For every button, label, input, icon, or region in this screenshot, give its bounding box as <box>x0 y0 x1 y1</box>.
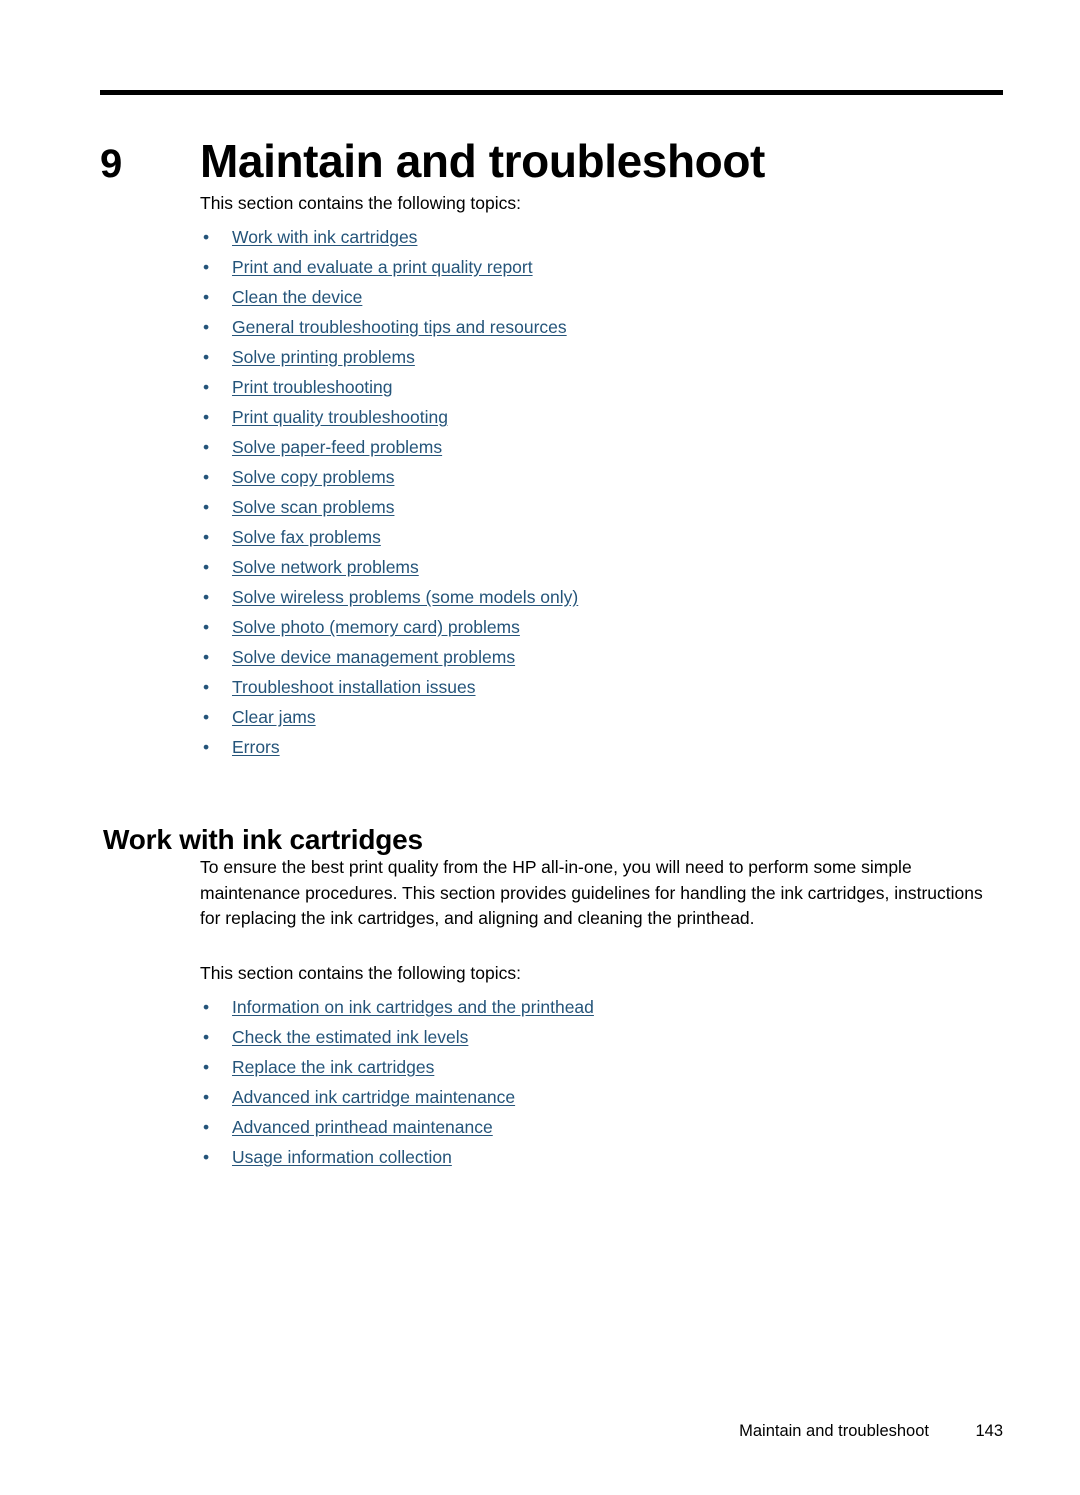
topic-link-usage-information-collection[interactable]: Usage information collection <box>232 1147 452 1167</box>
footer-page-number: 143 <box>975 1422 1003 1440</box>
list-item[interactable]: • Work with ink cartridges <box>200 222 1003 252</box>
list-item[interactable]: • Clear jams <box>200 702 1003 732</box>
topic-link-work-with-ink-cartridges[interactable]: Work with ink cartridges <box>232 227 417 247</box>
section-paragraph-block: To ensure the best print quality from th… <box>200 855 990 932</box>
chapter-rule-divider <box>100 90 1003 95</box>
topic-link-errors[interactable]: Errors <box>232 737 280 757</box>
topic-link-solve-paper-feed-problems[interactable]: Solve paper-feed problems <box>232 437 442 457</box>
list-item[interactable]: • Solve paper-feed problems <box>200 432 1003 462</box>
bullet-icon: • <box>203 527 210 547</box>
list-item[interactable]: • Solve device management problems <box>200 642 1003 672</box>
bullet-icon: • <box>203 257 210 277</box>
page-footer: Maintain and troubleshoot 143 <box>100 1420 1003 1442</box>
bullet-icon: • <box>203 737 210 757</box>
bullet-icon: • <box>203 1057 210 1077</box>
topic-link-solve-copy-problems[interactable]: Solve copy problems <box>232 467 394 487</box>
bullet-icon: • <box>203 407 210 427</box>
list-item[interactable]: • Check the estimated ink levels <box>200 1022 1003 1052</box>
list-item[interactable]: • Troubleshoot installation issues <box>200 672 1003 702</box>
topic-link-print-and-evaluate-a-print-quality-report[interactable]: Print and evaluate a print quality repor… <box>232 257 533 277</box>
topic-link-solve-printing-problems[interactable]: Solve printing problems <box>232 347 415 367</box>
bullet-icon: • <box>203 557 210 577</box>
chapter-topic-list: • Work with ink cartridges • Print and eva… <box>200 222 1003 762</box>
chapter-intro-text: This section contains the following topi… <box>200 193 521 213</box>
list-item[interactable]: • Advanced printhead maintenance <box>200 1112 1003 1142</box>
list-item[interactable]: • Usage information collection <box>200 1142 1003 1172</box>
footer-chapter-title: Maintain and troubleshoot <box>739 1422 929 1440</box>
list-item[interactable]: • Print troubleshooting <box>200 372 1003 402</box>
section-intro-text: This section contains the following topi… <box>200 963 521 983</box>
bullet-icon: • <box>203 287 210 307</box>
document-page: 9 Maintain and troubleshoot This section… <box>0 0 1080 1495</box>
list-item[interactable]: • Solve printing problems <box>200 342 1003 372</box>
bullet-icon: • <box>203 1147 210 1167</box>
bullet-icon: • <box>203 647 210 667</box>
list-item[interactable]: • Solve network problems <box>200 552 1003 582</box>
list-item[interactable]: • Solve copy problems <box>200 462 1003 492</box>
topic-link-print-quality-troubleshooting[interactable]: Print quality troubleshooting <box>232 407 448 427</box>
bullet-icon: • <box>203 347 210 367</box>
list-item[interactable]: • Replace the ink cartridges <box>200 1052 1003 1082</box>
list-item[interactable]: • Solve wireless problems (some models on… <box>200 582 1003 612</box>
list-item[interactable]: • General troubleshooting tips and resour… <box>200 312 1003 342</box>
chapter-title: Maintain and troubleshoot <box>200 134 765 187</box>
bullet-icon: • <box>203 227 210 247</box>
list-item[interactable]: • Solve photo (memory card) problems <box>200 612 1003 642</box>
bullet-icon: • <box>203 587 210 607</box>
topic-link-solve-network-problems[interactable]: Solve network problems <box>232 557 419 577</box>
list-item[interactable]: • Information on ink cartridges and the p… <box>200 992 1003 1022</box>
section-paragraph: To ensure the best print quality from th… <box>200 857 983 928</box>
chapter-topics-block: This section contains the following topi… <box>200 190 1003 762</box>
topic-link-general-troubleshooting-tips-and-resources[interactable]: General troubleshooting tips and resourc… <box>232 317 567 337</box>
topic-link-solve-photo-memory-card-problems[interactable]: Solve photo (memory card) problems <box>232 617 520 637</box>
topic-link-information-on-ink-cartridges-and-the-printhead[interactable]: Information on ink cartridges and the pr… <box>232 997 594 1017</box>
topic-link-print-troubleshooting[interactable]: Print troubleshooting <box>232 377 393 397</box>
bullet-icon: • <box>203 317 210 337</box>
section-topic-list: • Information on ink cartridges and the p… <box>200 992 1003 1172</box>
bullet-icon: • <box>203 707 210 727</box>
topic-link-advanced-ink-cartridge-maintenance[interactable]: Advanced ink cartridge maintenance <box>232 1087 515 1107</box>
topic-link-advanced-printhead-maintenance[interactable]: Advanced printhead maintenance <box>232 1117 493 1137</box>
topic-link-check-the-estimated-ink-levels[interactable]: Check the estimated ink levels <box>232 1027 468 1047</box>
list-item[interactable]: • Solve scan problems <box>200 492 1003 522</box>
bullet-icon: • <box>203 1117 210 1137</box>
topic-link-clear-jams[interactable]: Clear jams <box>232 707 316 727</box>
bullet-icon: • <box>203 677 210 697</box>
list-item[interactable]: • Solve fax problems <box>200 522 1003 552</box>
topic-link-troubleshoot-installation-issues[interactable]: Troubleshoot installation issues <box>232 677 476 697</box>
bullet-icon: • <box>203 377 210 397</box>
list-item[interactable]: • Errors <box>200 732 1003 762</box>
bullet-icon: • <box>203 1027 210 1047</box>
section-heading-work-with-ink-cartridges: Work with ink cartridges <box>103 824 423 856</box>
bullet-icon: • <box>203 467 210 487</box>
list-item[interactable]: • Clean the device <box>200 282 1003 312</box>
bullet-icon: • <box>203 1087 210 1107</box>
list-item[interactable]: • Print quality troubleshooting <box>200 402 1003 432</box>
topic-link-solve-wireless-problems[interactable]: Solve wireless problems (some models onl… <box>232 587 578 607</box>
topic-link-solve-fax-problems[interactable]: Solve fax problems <box>232 527 381 547</box>
list-item[interactable]: • Print and evaluate a print quality repo… <box>200 252 1003 282</box>
bullet-icon: • <box>203 617 210 637</box>
topic-link-solve-device-management-problems[interactable]: Solve device management problems <box>232 647 515 667</box>
topic-link-solve-scan-problems[interactable]: Solve scan problems <box>232 497 394 517</box>
chapter-number: 9 <box>100 141 123 186</box>
list-item[interactable]: • Advanced ink cartridge maintenance <box>200 1082 1003 1112</box>
topic-link-clean-the-device[interactable]: Clean the device <box>232 287 362 307</box>
bullet-icon: • <box>203 437 210 457</box>
bullet-icon: • <box>203 497 210 517</box>
topic-link-replace-the-ink-cartridges[interactable]: Replace the ink cartridges <box>232 1057 434 1077</box>
bullet-icon: • <box>203 997 210 1017</box>
section-topics-block: This section contains the following topi… <box>200 960 1003 1172</box>
